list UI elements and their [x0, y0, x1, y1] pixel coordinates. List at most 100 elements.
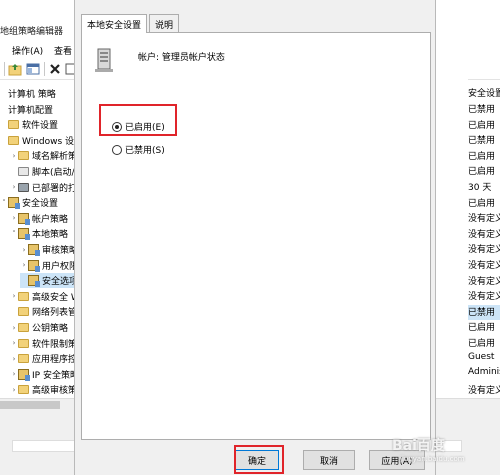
- apply-button[interactable]: 应用(A): [369, 450, 425, 470]
- up-folder-icon[interactable]: [8, 62, 22, 76]
- scrollbar-thumb[interactable]: [0, 401, 60, 409]
- tree-item[interactable]: Windows 设置: [0, 133, 76, 148]
- tree-item[interactable]: › 高级安全 Windows: [10, 289, 76, 304]
- menu-action[interactable]: 操作(A): [12, 44, 43, 57]
- chevron-right-icon[interactable]: ›: [10, 214, 18, 222]
- folder-icon: [18, 151, 29, 161]
- setting-value[interactable]: 没有定义: [468, 383, 500, 398]
- tree-item-label: 公钥策略: [32, 324, 69, 334]
- folder-icon: [8, 135, 19, 145]
- setting-value[interactable]: 已启用: [468, 118, 495, 133]
- setting-value[interactable]: 已启用: [468, 164, 495, 179]
- disabled-option[interactable]: 已禁用(S): [112, 143, 165, 156]
- setting-value[interactable]: 已禁用: [468, 102, 495, 117]
- setting-value[interactable]: 已启用: [468, 336, 495, 351]
- tree-item[interactable]: › 域名解析策略: [10, 148, 76, 163]
- tree-item[interactable]: › 已部署的打印机: [10, 180, 76, 195]
- setting-value[interactable]: Guest: [468, 352, 494, 367]
- chevron-right-icon[interactable]: ›: [10, 370, 18, 378]
- folder-icon: [18, 385, 29, 395]
- security-policy-icon: [28, 244, 40, 256]
- tree-item[interactable]: › 软件限制策略: [10, 336, 76, 351]
- tree-item[interactable]: ˅ 本地策略: [10, 226, 68, 241]
- tree-item[interactable]: 安全选项: [20, 273, 76, 289]
- tree-item[interactable]: › 应用程序控制策略: [10, 351, 76, 366]
- setting-value[interactable]: 没有定义: [468, 242, 500, 257]
- chevron-right-icon[interactable]: ›: [20, 261, 28, 269]
- tree-item-label: 软件限制策略: [32, 339, 76, 350]
- tree-item[interactable]: ˅ 安全设置: [0, 195, 58, 210]
- security-policy-icon: [18, 368, 30, 381]
- setting-value[interactable]: Administrator: [468, 367, 500, 382]
- disabled-radio[interactable]: [112, 144, 122, 155]
- setting-value[interactable]: 已启用: [468, 196, 495, 211]
- chevron-right-icon[interactable]: ›: [10, 292, 18, 300]
- tree-item[interactable]: 软件设置: [0, 117, 58, 132]
- security-policy-icon: [28, 275, 40, 288]
- setting-value[interactable]: 30 天: [468, 180, 491, 195]
- tree-item-label: 本地策略: [32, 230, 69, 241]
- folder-icon: [8, 120, 19, 130]
- menu-view[interactable]: 查看: [54, 44, 72, 57]
- tree-item-label: IP 安全策略: [32, 370, 76, 381]
- settings-column: 安全设置 已禁用 已启用 已禁用 已启用 已启用 30 天已启用 没有定义 没有定义 没有定义没…: [468, 82, 500, 400]
- setting-value[interactable]: 没有定义: [468, 274, 500, 289]
- chevron-right-icon[interactable]: ›: [10, 152, 18, 160]
- chevron-down-icon[interactable]: ˅: [10, 230, 18, 238]
- tree-item[interactable]: › 公钥策略: [10, 320, 68, 335]
- tree-item-label: 软件设置: [22, 121, 59, 132]
- folder-icon: [18, 291, 29, 301]
- chevron-right-icon[interactable]: ›: [10, 386, 18, 394]
- tree-item-label: 审核策略: [42, 246, 76, 256]
- tab-local-security-setting[interactable]: 本地安全设置: [81, 14, 148, 33]
- show-hide-tree-icon[interactable]: [26, 62, 40, 76]
- tree-item-label: 网络列表管理器策略: [32, 308, 76, 319]
- cancel-button[interactable]: 取消: [303, 450, 355, 470]
- settings-column-header[interactable]: 安全设置: [468, 86, 500, 102]
- tab-panel: 帐户: 管理员帐户状态 已启用(E) 已禁用(S): [81, 32, 431, 440]
- tree-item-label: 应用程序控制策略: [32, 355, 76, 366]
- tree-item[interactable]: › 高级审核策略配置: [10, 382, 76, 397]
- tree-item-label: 帐户策略: [32, 214, 69, 225]
- folder-icon: [18, 323, 29, 332]
- chevron-right-icon[interactable]: ›: [20, 246, 28, 254]
- setting-value[interactable]: 没有定义: [468, 258, 500, 273]
- setting-value[interactable]: 已启用: [468, 149, 495, 164]
- tree-item[interactable]: › 用户权限分配: [20, 258, 76, 273]
- background-strip: [436, 0, 468, 82]
- security-policy-icon: [28, 259, 40, 272]
- setting-value[interactable]: 没有定义: [468, 211, 500, 226]
- folder-icon: [18, 338, 29, 348]
- chevron-down-icon[interactable]: ˅: [0, 199, 8, 207]
- chevron-right-icon[interactable]: ›: [10, 324, 18, 332]
- security-policy-icon: [18, 212, 30, 225]
- tree-item-label: 域名解析策略: [32, 152, 76, 163]
- chevron-right-icon[interactable]: ›: [10, 183, 18, 191]
- tree-item[interactable]: › IP 安全策略: [10, 367, 76, 382]
- tree-item[interactable]: › 审核策略: [20, 242, 76, 257]
- enabled-highlight-box: [99, 104, 177, 136]
- tree-item[interactable]: 网络列表管理器策略: [10, 304, 76, 319]
- setting-value[interactable]: 没有定义: [468, 227, 500, 242]
- tree-item[interactable]: 脚本(启动/关机): [10, 164, 76, 179]
- tree-item[interactable]: 计算机 策略: [0, 86, 56, 101]
- ok-highlight-box: [234, 445, 284, 474]
- folder-icon: [18, 354, 29, 364]
- setting-value[interactable]: 已启用: [468, 320, 495, 335]
- disabled-label: 已禁用(S): [125, 146, 165, 156]
- tree-item-label: 计算机 策略: [8, 90, 56, 100]
- tree-item-label: Windows 设置: [22, 136, 76, 147]
- script-icon: [18, 167, 29, 176]
- tree-item[interactable]: 计算机配置: [0, 102, 53, 117]
- delete-icon[interactable]: [48, 62, 62, 76]
- setting-value[interactable]: 已禁用: [468, 133, 495, 148]
- server-policy-icon: [94, 47, 116, 73]
- chevron-right-icon[interactable]: ›: [10, 339, 18, 347]
- chevron-right-icon[interactable]: ›: [10, 355, 18, 363]
- tab-explain[interactable]: 说明: [149, 14, 180, 32]
- tree-item[interactable]: › 帐户策略: [10, 211, 68, 226]
- setting-value[interactable]: 已禁用: [468, 304, 500, 320]
- mmc-window-title: 地组策略编辑器: [0, 27, 64, 37]
- toolbar-separator: [44, 62, 45, 76]
- setting-value[interactable]: 没有定义: [468, 289, 500, 304]
